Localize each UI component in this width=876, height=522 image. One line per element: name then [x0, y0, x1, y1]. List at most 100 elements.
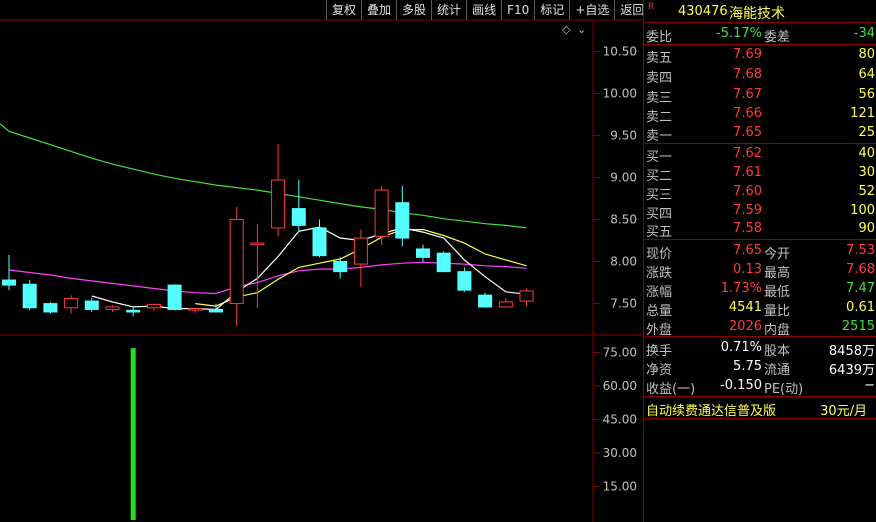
candle-body	[126, 309, 141, 313]
subscription-ad[interactable]: 自动续费通达信普及版 30元/月	[644, 398, 876, 419]
bid-row[interactable]: 买二 7.61 30	[644, 163, 876, 184]
quote-value: 7.53	[846, 243, 875, 258]
weicha-value: -34	[853, 26, 875, 41]
tb-multi-stock-button[interactable]: 多股	[396, 0, 431, 20]
bid-volume: 100	[850, 203, 875, 218]
tb-f10-button[interactable]: F10	[501, 0, 534, 20]
tb-draw-line-button[interactable]: 画线	[466, 0, 501, 20]
bid-price: 7.58	[733, 221, 762, 236]
bid-volume: 40	[858, 146, 875, 161]
candle-body	[333, 261, 348, 273]
ask-volume: 25	[858, 125, 875, 140]
ask-row[interactable]: 卖五 7.69 80	[644, 45, 876, 66]
bid-row[interactable]: 买五 7.58 90	[644, 219, 876, 240]
kline-chart-area[interactable]: 10.50 10.00 9.50 9.00 8.50 8.00 7.50 75.00 60.00…	[0, 0, 643, 522]
weibi-label: 委比	[646, 30, 673, 45]
ad-text: 自动续费通达信普及版	[646, 404, 777, 419]
quote-row-volume: 总量 4541 量比 0.61	[644, 298, 876, 319]
candle-body	[64, 298, 79, 309]
chart-toolbar: 复权 叠加 多股 统计 画线 F10 标记 +自选 返回	[326, 0, 649, 20]
quote-value: 7.65	[733, 243, 762, 258]
price-tick-label: 8.00	[610, 255, 637, 269]
stock-code: 430476	[678, 4, 728, 19]
bid-label: 买五	[646, 225, 673, 240]
candle-body	[146, 303, 161, 309]
tb-stats-button[interactable]: 统计	[431, 0, 466, 20]
candle-body	[457, 271, 472, 291]
fund-value: -0.150	[720, 378, 762, 393]
candle-body	[478, 294, 493, 308]
candle-body	[291, 208, 306, 226]
candle-body	[312, 227, 327, 257]
candle-body	[498, 301, 513, 308]
quote-row-change: 涨跌 0.13 最高 7.68	[644, 260, 876, 281]
tb-mark-button[interactable]: 标记	[534, 0, 569, 20]
bid-price: 7.59	[733, 203, 762, 218]
weicha-label: 委差	[764, 30, 791, 45]
ask-volume: 80	[858, 47, 875, 62]
fund-value: 5.75	[733, 359, 762, 374]
fund-value: 0.71%	[720, 340, 762, 355]
candle-body	[43, 303, 58, 313]
bid-volume: 30	[858, 165, 875, 180]
ask-row[interactable]: 卖四 7.68 64	[644, 65, 876, 86]
tb-add-watchlist-button[interactable]: +自选	[569, 0, 614, 20]
candle-body	[209, 308, 223, 313]
volume-tick-label: 30.00	[603, 446, 637, 460]
weibi-value: -5.17%	[716, 26, 762, 41]
price-tick-label: 9.00	[610, 171, 637, 185]
fund-value: −	[864, 378, 875, 393]
bid-volume: 52	[858, 184, 875, 199]
fund-row-eps: 收益(一) -0.150 PE(动) −	[644, 376, 876, 397]
candle-body	[395, 202, 410, 239]
quote-panel: R 430476 海能技术 委比 -5.17% 委差 -34 卖五 7.69 8…	[643, 0, 876, 522]
candle-body	[436, 252, 451, 273]
candle-body	[84, 300, 99, 310]
bid-row[interactable]: 买一 7.62 40	[644, 144, 876, 165]
stock-name: 海能技术	[729, 6, 785, 22]
quote-value: 2026	[728, 319, 762, 334]
ad-price: 30元/月	[820, 404, 867, 419]
ask-row[interactable]: 卖一 7.65 25	[644, 123, 876, 144]
ask-label: 卖一	[646, 129, 673, 144]
stock-header: R 430476 海能技术	[644, 0, 876, 22]
bid-row[interactable]: 买四 7.59 100	[644, 201, 876, 222]
r-mark: R	[648, 2, 655, 12]
tb-fuquan-button[interactable]: 复权	[326, 0, 361, 20]
ask-price: 7.65	[733, 125, 762, 140]
quote-row-pct: 涨幅 1.73% 最低 7.47	[644, 279, 876, 300]
ask-price: 7.68	[733, 67, 762, 82]
fund-row-netasset: 净资 5.75 流通 6439万	[644, 357, 876, 378]
ask-price: 7.69	[733, 47, 762, 62]
quote-value: 4541	[728, 300, 762, 315]
candle-body	[188, 308, 203, 311]
volume-tick-label: 45.00	[603, 413, 637, 427]
tb-overlay-button[interactable]: 叠加	[361, 0, 396, 20]
ask-row[interactable]: 卖二 7.66 121	[644, 104, 876, 125]
candle-body	[416, 248, 430, 258]
volume-tick-label: 60.00	[603, 379, 637, 393]
price-tick-label: 9.50	[610, 128, 637, 142]
ask-volume: 121	[850, 106, 875, 121]
weibi-row: 委比 -5.17% 委差 -34	[644, 24, 876, 45]
chevron-down-icon[interactable]: ⌄	[577, 23, 586, 36]
candle-body	[22, 283, 37, 309]
bid-row[interactable]: 买三 7.60 52	[644, 182, 876, 203]
ask-label: 卖四	[646, 71, 673, 86]
candle-body	[519, 290, 534, 302]
price-tick-label: 10.00	[603, 86, 637, 100]
price-tick-label: 7.50	[610, 297, 637, 311]
ask-row[interactable]: 卖三 7.67 56	[644, 85, 876, 106]
diamond-icon[interactable]: ◇	[562, 23, 571, 36]
quote-row-outer-inner: 外盘 2026 内盘 2515	[644, 317, 876, 338]
volume-tick-label: 75.00	[603, 346, 637, 360]
candle-body	[105, 306, 120, 310]
quote-value: 7.68	[846, 262, 875, 277]
candle-body	[271, 179, 286, 229]
quote-value: 7.47	[846, 281, 875, 296]
price-tick-label: 10.50	[603, 44, 637, 58]
candle-body	[2, 279, 16, 286]
bid-price: 7.62	[733, 146, 762, 161]
quote-row-price: 现价 7.65 今开 7.53	[644, 241, 876, 262]
candle-body	[167, 284, 182, 310]
